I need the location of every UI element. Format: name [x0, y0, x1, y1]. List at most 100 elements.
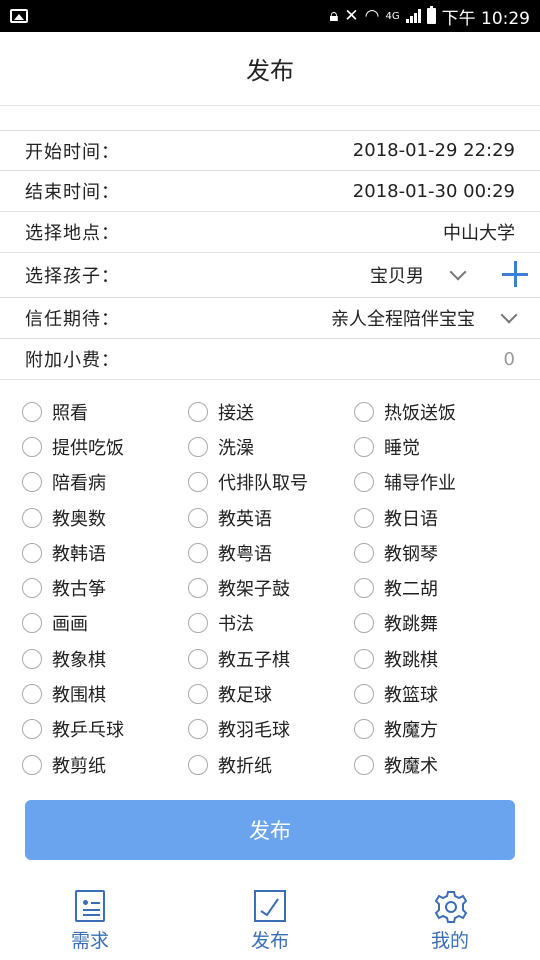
service-option[interactable]: 教篮球 — [354, 676, 520, 711]
service-option[interactable]: 教日语 — [354, 500, 520, 535]
tip-input[interactable]: 0 — [504, 349, 515, 370]
publish-button[interactable]: 发布 — [25, 800, 515, 860]
radio-button[interactable] — [22, 436, 42, 457]
service-option[interactable]: 教魔方 — [354, 712, 520, 747]
service-option[interactable]: 陪看病 — [22, 465, 188, 500]
radio-button[interactable] — [188, 578, 208, 599]
service-option-label: 代排队取号 — [218, 473, 308, 495]
radio-button[interactable] — [22, 648, 42, 669]
service-option[interactable]: 书法 — [188, 606, 354, 641]
radio-button[interactable] — [22, 507, 42, 528]
radio-button[interactable] — [188, 648, 208, 669]
radio-button[interactable] — [22, 719, 42, 740]
service-option-label: 教剪纸 — [52, 755, 106, 777]
radio-button[interactable] — [22, 578, 42, 599]
radio-button[interactable] — [22, 401, 42, 422]
radio-button[interactable] — [22, 754, 42, 775]
radio-button[interactable] — [354, 436, 374, 457]
radio-button[interactable] — [354, 719, 374, 740]
service-option[interactable]: 洗澡 — [188, 429, 354, 464]
service-option[interactable]: 教英语 — [188, 500, 354, 535]
end-time-label: 结束时间： — [25, 182, 120, 203]
service-option[interactable]: 教剪纸 — [22, 747, 188, 782]
start-time-value[interactable]: 2018-01-29 22:29 — [353, 140, 515, 161]
service-option[interactable]: 教架子鼓 — [188, 570, 354, 605]
radio-button[interactable] — [188, 507, 208, 528]
service-option[interactable]: 接送 — [188, 394, 354, 429]
publish-form: 开始时间： 2018-01-29 22:29 结束时间： 2018-01-30 … — [0, 130, 540, 380]
service-option-label: 教架子鼓 — [218, 579, 290, 601]
radio-button[interactable] — [354, 401, 374, 422]
service-option[interactable]: 教象棋 — [22, 641, 188, 676]
service-option[interactable]: 教二胡 — [354, 570, 520, 605]
service-option[interactable]: 教围棋 — [22, 676, 188, 711]
service-option[interactable]: 教古筝 — [22, 570, 188, 605]
service-option[interactable]: 提供吃饭 — [22, 429, 188, 464]
radio-button[interactable] — [188, 684, 208, 705]
page-title: 发布 — [246, 57, 294, 85]
service-option[interactable]: 教折纸 — [188, 747, 354, 782]
radio-button[interactable] — [354, 507, 374, 528]
radio-button[interactable] — [188, 754, 208, 775]
nav-demand[interactable]: 需求 — [0, 890, 180, 960]
nav-publish[interactable]: 发布 — [180, 890, 360, 960]
service-option[interactable]: 教奥数 — [22, 500, 188, 535]
service-option[interactable]: 照看 — [22, 394, 188, 429]
radio-button[interactable] — [188, 613, 208, 634]
service-option[interactable]: 画画 — [22, 606, 188, 641]
service-option-label: 教跳棋 — [384, 649, 438, 671]
nav-publish-label: 发布 — [250, 930, 289, 952]
chevron-down-icon — [449, 263, 467, 281]
nav-mine[interactable]: 我的 — [360, 890, 540, 960]
radio-button[interactable] — [354, 542, 374, 563]
service-option-label: 教篮球 — [384, 685, 438, 707]
service-option-label: 教日语 — [384, 508, 438, 530]
radio-button[interactable] — [354, 754, 374, 775]
radio-button[interactable] — [354, 472, 374, 493]
service-option[interactable]: 睡觉 — [354, 429, 520, 464]
service-option[interactable]: 教乒乓球 — [22, 712, 188, 747]
radio-button[interactable] — [354, 684, 374, 705]
bottom-nav: 需求 发布 我的 — [0, 890, 540, 960]
network-type: 4G — [385, 10, 400, 22]
service-option[interactable]: 热饭送饭 — [354, 394, 520, 429]
end-time-row[interactable]: 结束时间： 2018-01-30 00:29 — [0, 171, 540, 212]
radio-button[interactable] — [188, 542, 208, 563]
service-option-label: 教古筝 — [52, 579, 106, 601]
radio-button[interactable] — [22, 613, 42, 634]
radio-button[interactable] — [22, 542, 42, 563]
service-option-label: 教魔方 — [384, 720, 438, 742]
service-option[interactable]: 教韩语 — [22, 535, 188, 570]
location-row[interactable]: 选择地点： 中山大学 — [0, 212, 540, 253]
service-option[interactable]: 教跳舞 — [354, 606, 520, 641]
service-option-label: 教奥数 — [52, 508, 106, 530]
radio-button[interactable] — [22, 472, 42, 493]
radio-button[interactable] — [188, 719, 208, 740]
radio-button[interactable] — [22, 684, 42, 705]
radio-button[interactable] — [354, 648, 374, 669]
service-option[interactable]: 教足球 — [188, 676, 354, 711]
service-option[interactable]: 教五子棋 — [188, 641, 354, 676]
service-option[interactable]: 代排队取号 — [188, 465, 354, 500]
service-option[interactable]: 教钢琴 — [354, 535, 520, 570]
service-option-label: 教乒乓球 — [52, 720, 124, 742]
child-select[interactable]: 宝贝男 — [370, 262, 472, 288]
location-value[interactable]: 中山大学 — [443, 219, 515, 245]
add-child-icon[interactable] — [500, 259, 530, 289]
end-time-value[interactable]: 2018-01-30 00:29 — [353, 181, 515, 202]
radio-button[interactable] — [188, 401, 208, 422]
trust-select[interactable]: 亲人全程陪伴宝宝 — [331, 305, 518, 331]
service-option[interactable]: 辅导作业 — [354, 465, 520, 500]
service-option[interactable]: 教魔术 — [354, 747, 520, 782]
start-time-row[interactable]: 开始时间： 2018-01-29 22:29 — [0, 130, 540, 171]
radio-button[interactable] — [188, 472, 208, 493]
service-option[interactable]: 教跳棋 — [354, 641, 520, 676]
service-option-label: 辅导作业 — [384, 473, 456, 495]
service-option[interactable]: 教羽毛球 — [188, 712, 354, 747]
child-row: 选择孩子： 宝贝男 — [0, 253, 540, 298]
demand-icon — [75, 890, 105, 922]
radio-button[interactable] — [354, 578, 374, 599]
radio-button[interactable] — [354, 613, 374, 634]
radio-button[interactable] — [188, 436, 208, 457]
service-option[interactable]: 教粤语 — [188, 535, 354, 570]
